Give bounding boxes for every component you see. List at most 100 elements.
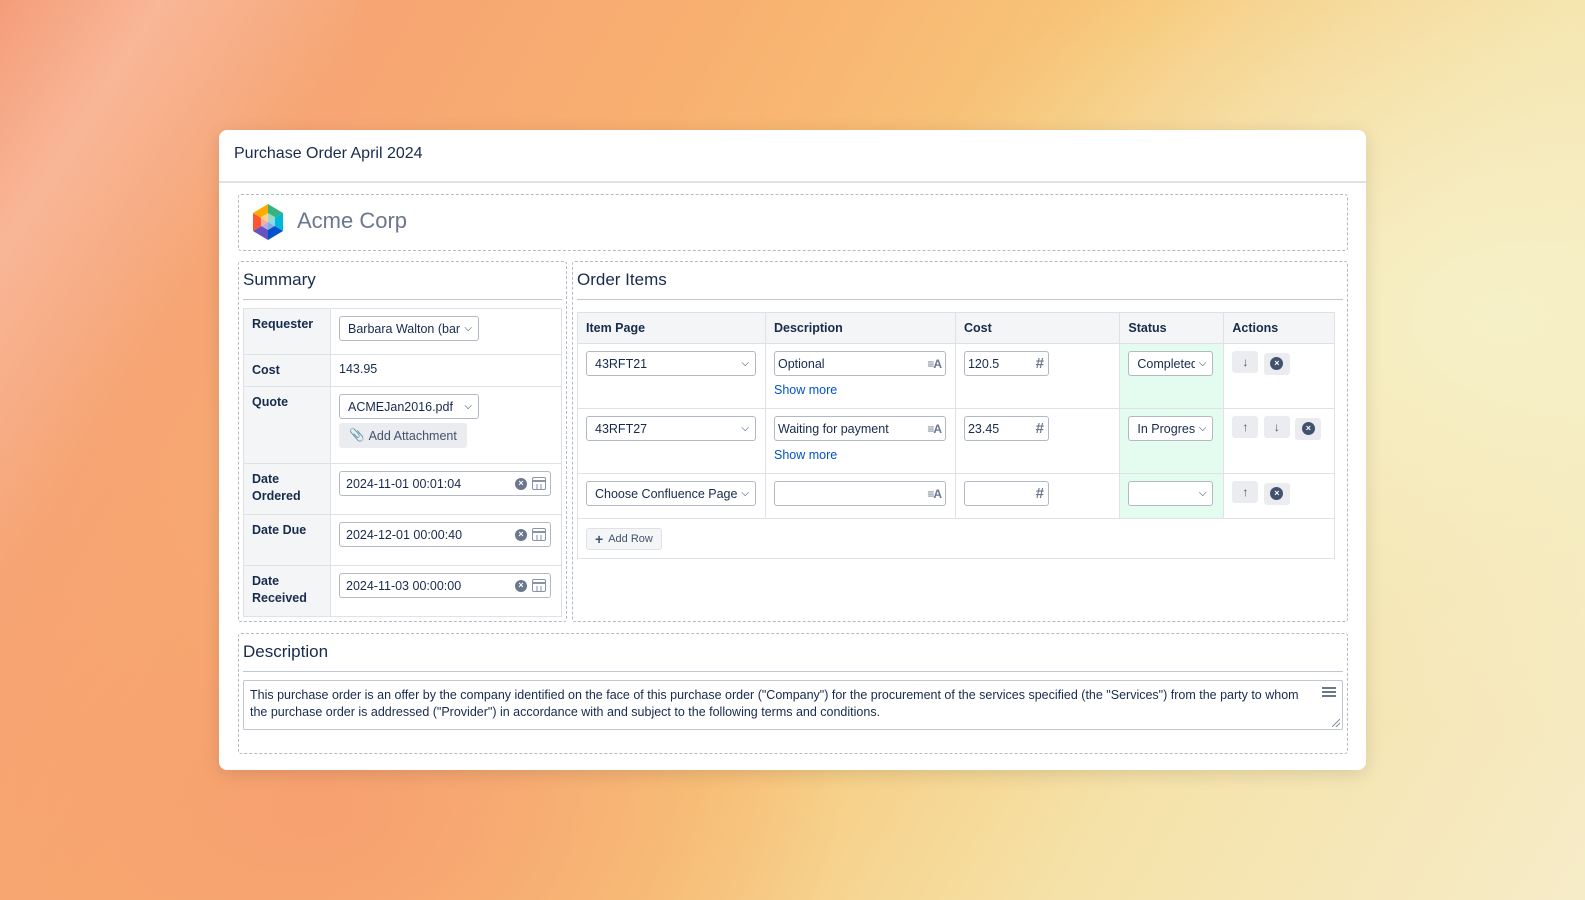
date-due-value: 2024-12-01 00:00:40 bbox=[346, 527, 463, 542]
item-page-select[interactable]: 43RFT27 ⌵ bbox=[586, 416, 756, 441]
paragraph-icon[interactable] bbox=[1322, 687, 1336, 699]
cost-input[interactable]: # bbox=[963, 481, 1049, 506]
date-ordered-field[interactable]: 2024-11-01 00:01:04 × bbox=[339, 471, 551, 496]
description-textarea[interactable]: This purchase order is an offer by the c… bbox=[243, 680, 1343, 730]
cost-value: 120.5 bbox=[967, 356, 1000, 371]
table-row: 43RFT21 ⌵ Optional ≡A Show more 120.5 # bbox=[577, 343, 1335, 409]
quote-label: Quote bbox=[243, 386, 331, 464]
text-format-icon: ≡A bbox=[927, 356, 942, 371]
order-items-panel: Order Items Item Page Description Cost S… bbox=[572, 261, 1348, 622]
date-ordered-label: Date Ordered bbox=[243, 463, 331, 515]
calendar-icon[interactable] bbox=[532, 528, 546, 541]
summary-panel: Summary Requester Barbara Walton (bart ⌵… bbox=[238, 261, 567, 622]
hash-icon: # bbox=[1035, 485, 1044, 502]
hash-icon: # bbox=[1035, 355, 1044, 372]
date-due-label: Date Due bbox=[243, 514, 331, 566]
date-received-field[interactable]: 2024-11-03 00:00:00 × bbox=[339, 573, 551, 598]
text-format-icon: ≡A bbox=[927, 486, 942, 501]
cost-input[interactable]: 23.45 # bbox=[963, 416, 1049, 441]
delete-row-button[interactable]: × bbox=[1295, 417, 1322, 440]
requester-label: Requester bbox=[243, 308, 331, 355]
arrow-down-icon: ↓ bbox=[1242, 355, 1249, 369]
close-icon: × bbox=[1270, 487, 1284, 500]
status-select[interactable]: Completed ⌵ bbox=[1128, 351, 1214, 376]
chevron-down-icon: ⌵ bbox=[1198, 423, 1207, 434]
cost-label: Cost bbox=[243, 354, 331, 387]
description-text: This purchase order is an offer by the c… bbox=[250, 688, 1299, 719]
date-due-field[interactable]: 2024-12-01 00:00:40 × bbox=[339, 522, 551, 547]
calendar-icon[interactable] bbox=[532, 579, 546, 592]
item-page-value: 43RFT21 bbox=[595, 356, 648, 371]
paperclip-icon: 📎 bbox=[349, 428, 365, 442]
hexagon-cube-logo-icon bbox=[253, 204, 283, 240]
description-input[interactable]: ≡A bbox=[773, 481, 946, 506]
divider bbox=[243, 299, 562, 300]
item-page-value: 43RFT27 bbox=[595, 421, 648, 436]
add-attachment-button[interactable]: 📎 Add Attachment bbox=[339, 423, 467, 448]
arrow-up-icon: ↑ bbox=[1242, 420, 1249, 434]
description-value: Optional bbox=[777, 356, 825, 371]
chevron-down-icon: ⌵ bbox=[1198, 358, 1207, 369]
divider bbox=[243, 671, 1343, 672]
status-select[interactable]: ⌵ bbox=[1128, 481, 1214, 506]
clear-icon[interactable]: × bbox=[515, 477, 527, 490]
chevron-down-icon: ⌵ bbox=[741, 358, 749, 369]
purchase-order-card: Purchase Order April 2024 Acme Corp Summ… bbox=[219, 130, 1366, 770]
close-icon: × bbox=[1270, 357, 1284, 370]
column-header: Item Page bbox=[577, 312, 766, 344]
description-value: Waiting for payment bbox=[777, 421, 889, 436]
chevron-down-icon: ⌵ bbox=[1198, 488, 1207, 499]
text-format-icon: ≡A bbox=[927, 421, 942, 436]
date-received-value: 2024-11-03 00:00:00 bbox=[346, 578, 462, 593]
description-input[interactable]: Waiting for payment ≡A bbox=[773, 416, 946, 441]
requester-select[interactable]: Barbara Walton (bart ⌵ bbox=[339, 316, 479, 341]
close-icon: × bbox=[1301, 422, 1315, 435]
date-received-label: Date Received bbox=[243, 565, 331, 617]
show-more-link[interactable]: Show more bbox=[774, 448, 947, 462]
quote-select[interactable]: ACMEJan2016.pdf ⌵ bbox=[339, 394, 479, 419]
item-page-select[interactable]: 43RFT21 ⌵ bbox=[586, 351, 756, 376]
table-row: 43RFT27 ⌵ Waiting for payment ≡A Show mo… bbox=[577, 408, 1335, 474]
cost-input[interactable]: 120.5 # bbox=[963, 351, 1049, 376]
arrow-down-icon: ↓ bbox=[1273, 420, 1280, 434]
column-header: Description bbox=[764, 312, 956, 344]
move-down-button[interactable]: ↓ bbox=[1263, 416, 1290, 438]
resize-handle-icon[interactable] bbox=[1332, 719, 1340, 727]
hash-icon: # bbox=[1035, 420, 1044, 437]
column-header: Cost bbox=[954, 312, 1121, 344]
add-row-button[interactable]: + Add Row bbox=[586, 527, 662, 550]
add-row-label: Add Row bbox=[608, 532, 653, 545]
description-input[interactable]: Optional ≡A bbox=[773, 351, 946, 376]
date-ordered-value: 2024-11-01 00:01:04 bbox=[346, 476, 462, 491]
chevron-down-icon: ⌵ bbox=[464, 401, 472, 412]
move-down-button[interactable]: ↓ bbox=[1232, 351, 1259, 373]
add-attachment-label: Add Attachment bbox=[368, 428, 457, 443]
chevron-down-icon: ⌵ bbox=[464, 323, 472, 334]
order-items-title: Order Items bbox=[577, 270, 667, 289]
calendar-icon[interactable] bbox=[532, 477, 546, 490]
column-header: Actions bbox=[1223, 312, 1335, 344]
item-page-select[interactable]: Choose Confluence Page ⌵ bbox=[586, 481, 756, 506]
clear-icon[interactable]: × bbox=[515, 528, 527, 541]
show-more-link[interactable]: Show more bbox=[774, 383, 947, 397]
column-header: Status bbox=[1119, 312, 1225, 344]
page-title: Purchase Order April 2024 bbox=[219, 130, 1366, 183]
move-up-button[interactable]: ↑ bbox=[1232, 481, 1259, 503]
delete-row-button[interactable]: × bbox=[1263, 482, 1290, 505]
status-select[interactable]: In Progress ⌵ bbox=[1128, 416, 1214, 441]
delete-row-button[interactable]: × bbox=[1263, 352, 1290, 375]
table-row: Choose Confluence Page ⌵ ≡A # ⌵ ↑ × bbox=[577, 473, 1335, 519]
status-value: Completed bbox=[1137, 356, 1195, 371]
item-page-value: Choose Confluence Page bbox=[595, 486, 738, 501]
requester-value: Barbara Walton (bart bbox=[348, 321, 461, 336]
brand-panel: Acme Corp bbox=[238, 194, 1348, 251]
brand-name: Acme Corp bbox=[297, 208, 408, 233]
chevron-down-icon: ⌵ bbox=[741, 423, 749, 434]
summary-table: Requester Barbara Walton (bart ⌵ Cost 14… bbox=[243, 308, 562, 617]
description-panel: Description This purchase order is an of… bbox=[238, 633, 1348, 754]
clear-icon[interactable]: × bbox=[515, 579, 527, 592]
cost-value: 23.45 bbox=[967, 421, 1000, 436]
move-up-button[interactable]: ↑ bbox=[1232, 416, 1259, 438]
status-value: In Progress bbox=[1137, 421, 1195, 436]
chevron-down-icon: ⌵ bbox=[741, 488, 749, 499]
